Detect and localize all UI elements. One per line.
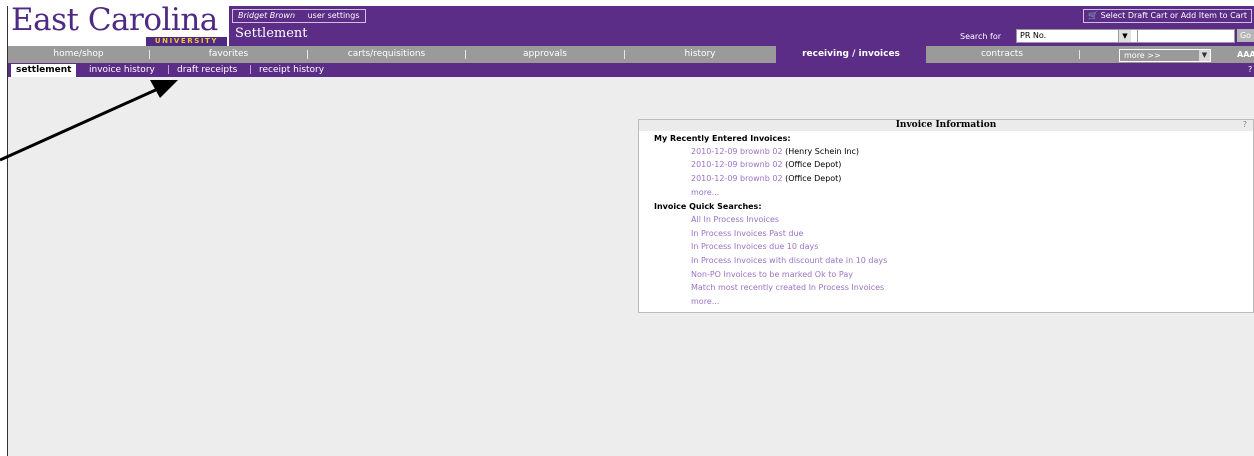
annotation-arrow-icon — [0, 80, 178, 162]
